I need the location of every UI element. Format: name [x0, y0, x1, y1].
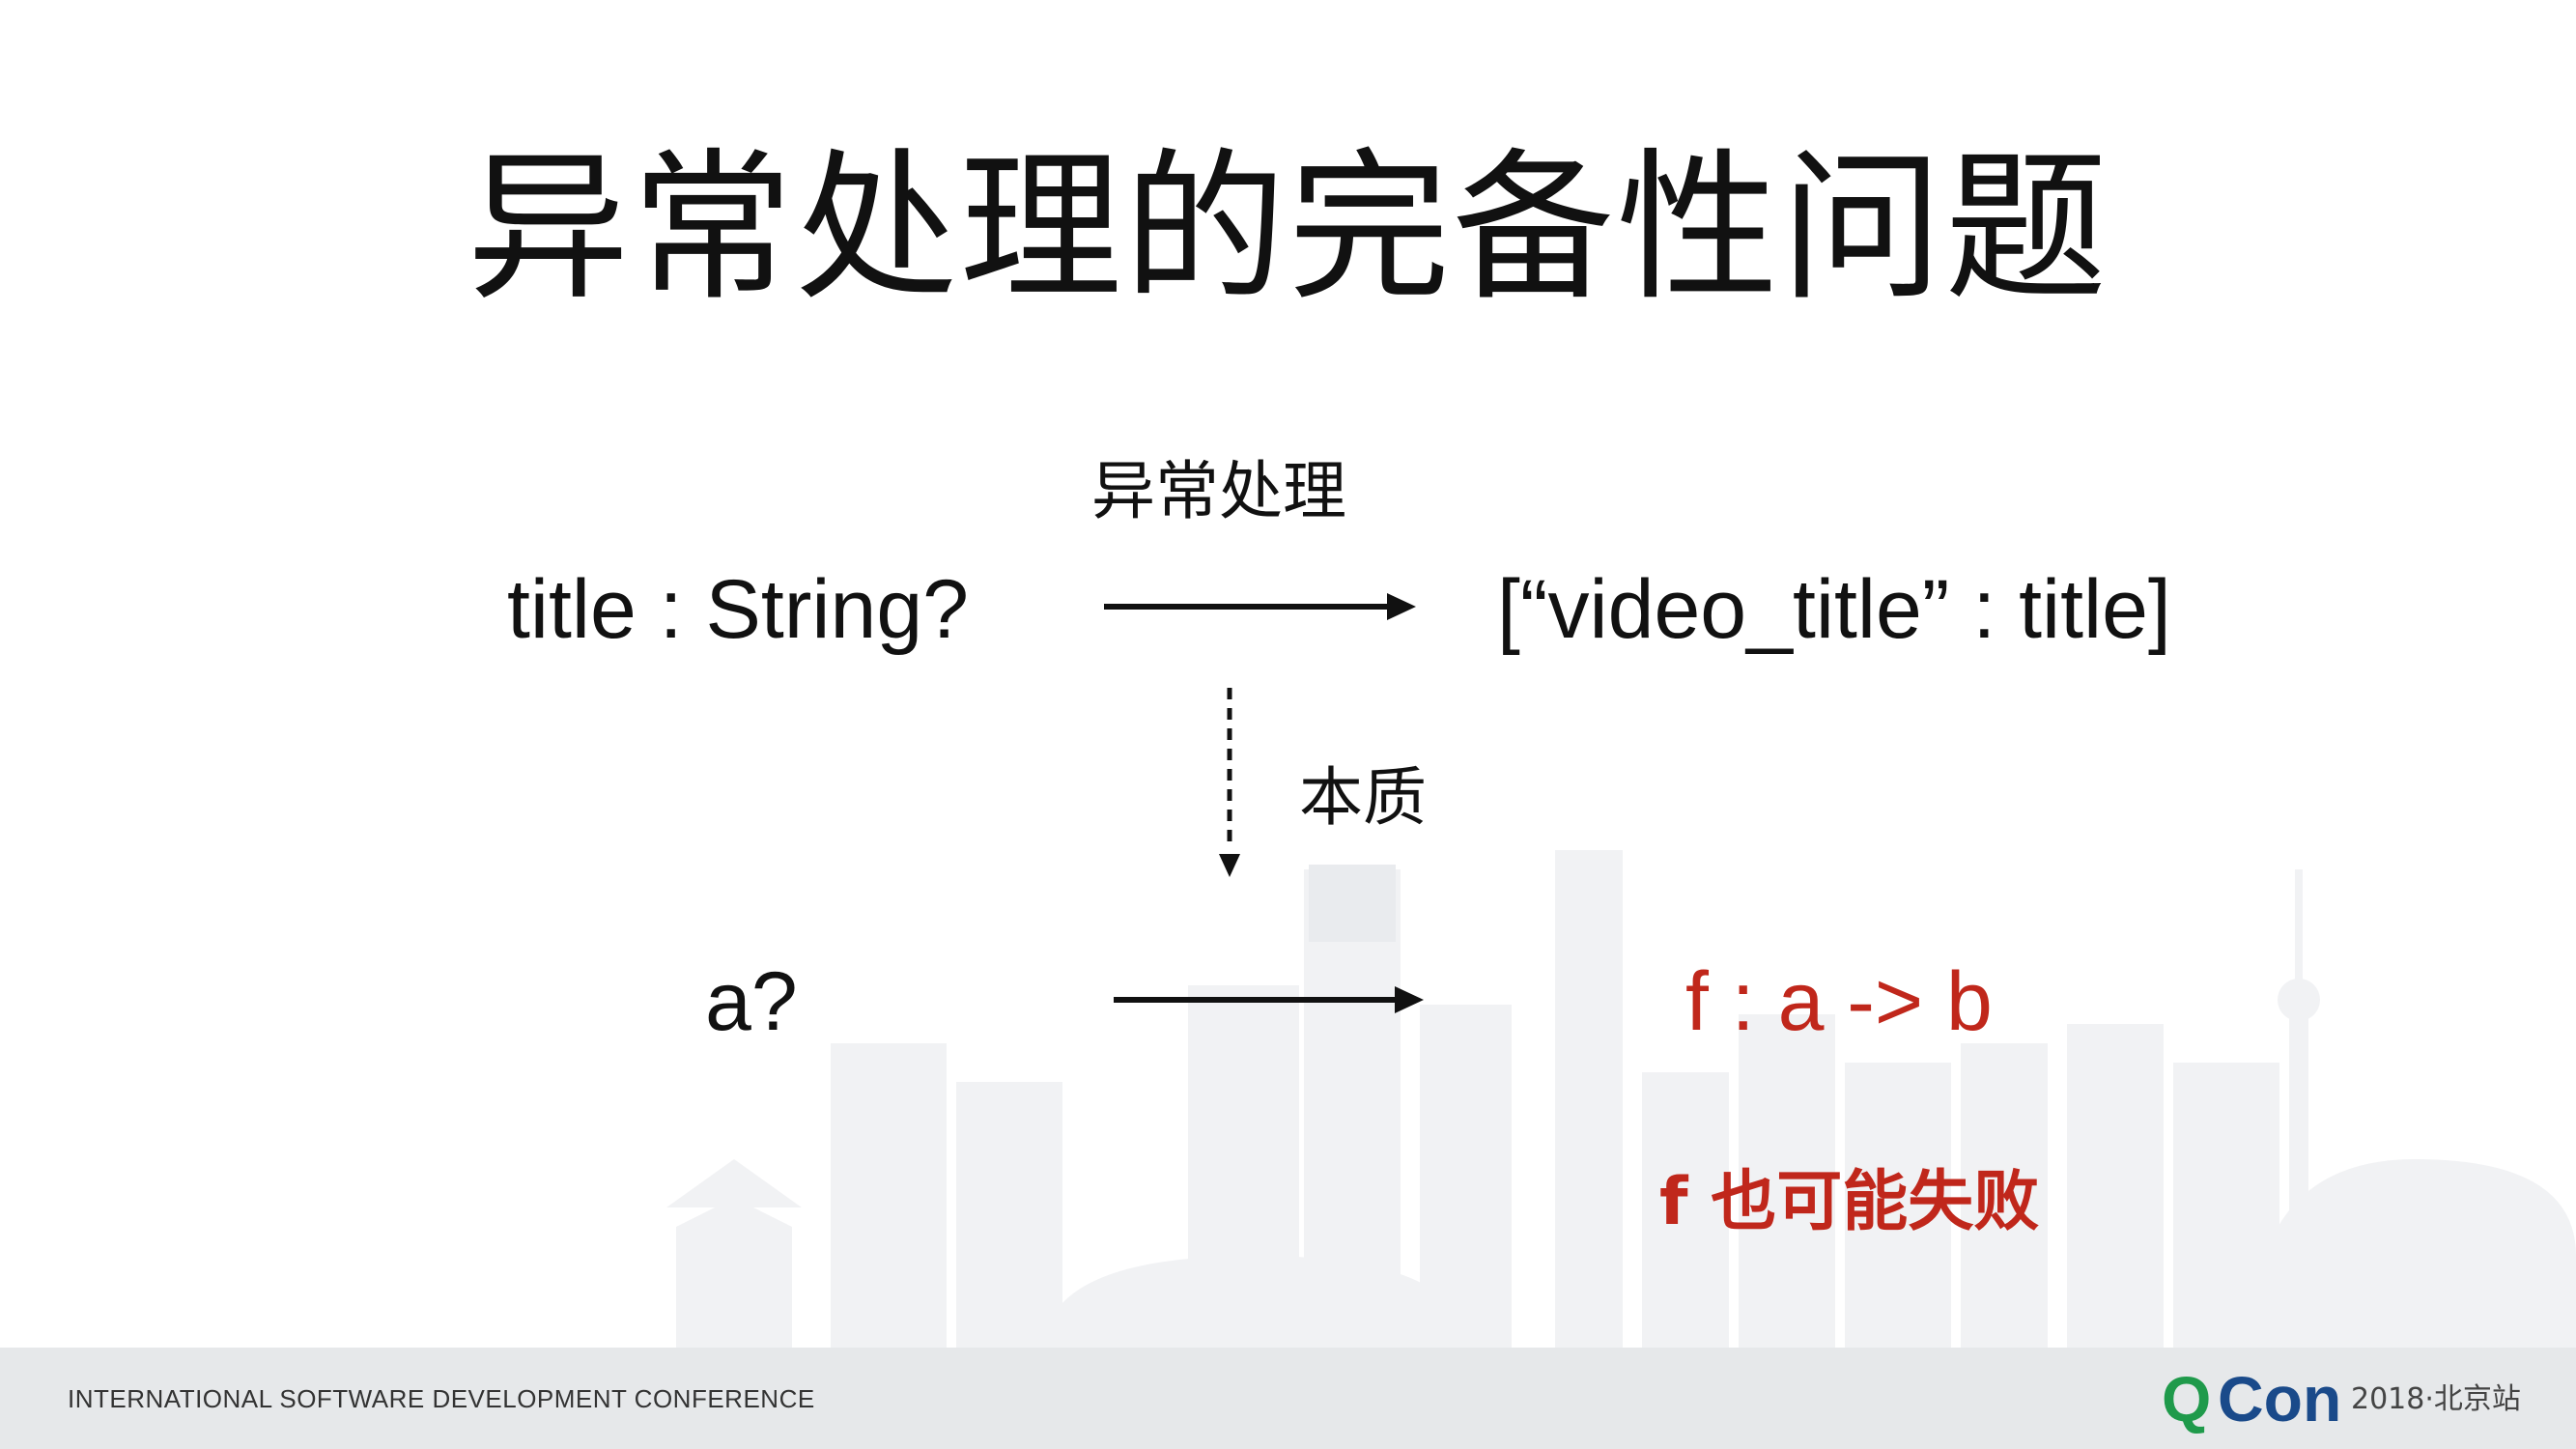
bottom-arrow: [1114, 986, 1424, 1013]
qcon-logo-q: Q: [2162, 1363, 2212, 1435]
essence-dashed-arrow: [1219, 688, 1240, 877]
slide: 异常处理的完备性问题 异常处理 title : String? [“video_…: [0, 0, 2576, 1449]
arrows-layer: [1104, 593, 1424, 1013]
conference-name: INTERNATIONAL SOFTWARE DEVELOPMENT CONFE…: [68, 1384, 815, 1413]
top-arrow: [1104, 593, 1416, 620]
qcon-logo-con: Con: [2218, 1363, 2342, 1435]
footer-bar: INTERNATIONAL SOFTWARE DEVELOPMENT CONFE…: [0, 1348, 2576, 1449]
edition-label: 2018·北京站: [2351, 1382, 2521, 1416]
